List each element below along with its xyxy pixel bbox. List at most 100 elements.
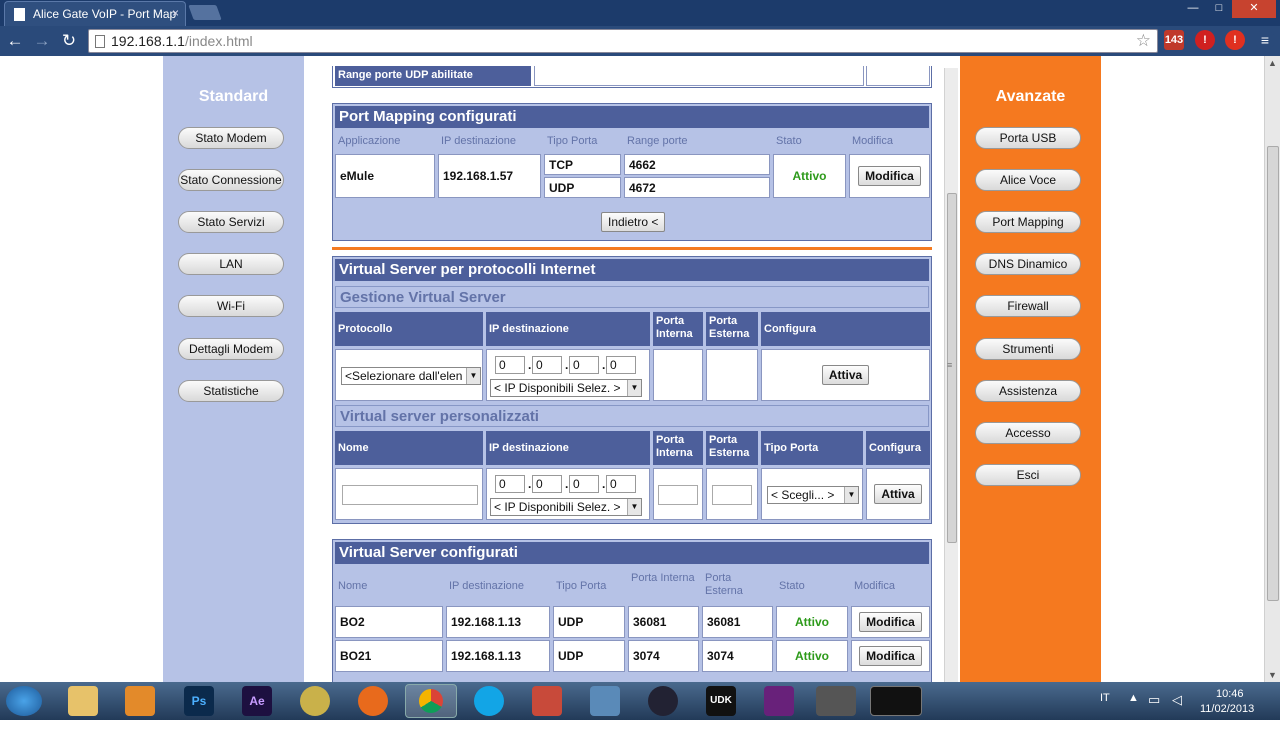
vp-name-cell bbox=[335, 468, 483, 520]
nav-assistenza[interactable]: Assistenza bbox=[975, 380, 1081, 402]
nav-wifi[interactable]: Wi-Fi bbox=[178, 295, 284, 317]
vp-ip-octet-1[interactable]: 0 bbox=[495, 475, 525, 493]
pm-header-range: Range porte bbox=[624, 132, 770, 152]
port-mapping-title: Port Mapping configurati bbox=[335, 106, 929, 128]
reload-button[interactable]: ↻ bbox=[58, 30, 80, 52]
clock-date[interactable]: 11/02/2013 bbox=[1200, 703, 1254, 741]
vp-type-select[interactable]: < Scegli... > ▼ bbox=[767, 486, 859, 504]
gv-attiva-button[interactable]: Attiva bbox=[821, 365, 870, 385]
page-scrollbar-thumb[interactable] bbox=[1267, 146, 1279, 601]
video-app-icon[interactable] bbox=[590, 686, 620, 716]
language-indicator[interactable]: IT bbox=[1100, 692, 1110, 730]
maximize-button[interactable]: □ bbox=[1206, 0, 1232, 18]
extension-gmail-icon[interactable]: 143 bbox=[1164, 30, 1184, 50]
nav-accesso[interactable]: Accesso bbox=[975, 422, 1081, 444]
vp-ip-octet-2[interactable]: 0 bbox=[532, 475, 562, 493]
new-tab-button[interactable] bbox=[188, 5, 222, 20]
gv-ip-octet-2[interactable]: 0 bbox=[532, 356, 562, 374]
firefox-icon[interactable] bbox=[358, 686, 388, 716]
page-scrollbar[interactable]: ▲ ▼ bbox=[1264, 56, 1280, 682]
vp-type-select-value: < Scegli... > bbox=[771, 488, 835, 502]
visual-studio-icon[interactable] bbox=[764, 686, 794, 716]
terminal-icon[interactable] bbox=[870, 686, 922, 716]
tab-close-icon[interactable]: × bbox=[172, 6, 179, 20]
pm-header-type: Tipo Porta bbox=[544, 132, 621, 152]
cf-row2-modify-button[interactable]: Modifica bbox=[859, 646, 922, 666]
indietro-button[interactable]: Indietro < bbox=[601, 212, 666, 232]
cf-row2-name: BO21 bbox=[335, 640, 443, 672]
vp-ip-octet-4[interactable]: 0 bbox=[606, 475, 636, 493]
photoshop-icon[interactable]: Ps bbox=[184, 686, 214, 716]
nav-dns-dinamico[interactable]: DNS Dinamico bbox=[975, 253, 1081, 275]
nav-port-mapping[interactable]: Port Mapping bbox=[975, 211, 1081, 233]
windows-taskbar: Ps Ae UDK IT ▲ ▭ ◁ 10:46 11/02/2013 bbox=[0, 682, 1280, 720]
scroll-up-icon[interactable]: ▲ bbox=[1268, 58, 1277, 68]
address-bar[interactable]: 192.168.1.1/index.html ☆ bbox=[88, 29, 1158, 53]
nav-strumenti[interactable]: Strumenti bbox=[975, 338, 1081, 360]
volume-icon[interactable]: ◁ bbox=[1172, 692, 1182, 730]
vp-int-input[interactable] bbox=[658, 485, 698, 505]
browser-tab[interactable]: Alice Gate VoIP - Port Map × bbox=[4, 1, 186, 26]
avanzate-title: Avanzate bbox=[995, 88, 1066, 105]
start-button[interactable] bbox=[6, 686, 42, 716]
back-button[interactable]: ← bbox=[4, 30, 26, 52]
gv-ip-octet-1[interactable]: 0 bbox=[495, 356, 525, 374]
page-viewport: Standard Stato Modem Stato Connessione S… bbox=[0, 56, 1264, 682]
close-window-button[interactable]: ✕ bbox=[1232, 0, 1276, 18]
section-divider bbox=[332, 247, 932, 250]
nav-dettagli-modem[interactable]: Dettagli Modem bbox=[178, 338, 284, 360]
nav-porta-usb[interactable]: Porta USB bbox=[975, 127, 1081, 149]
forward-button[interactable]: → bbox=[31, 30, 53, 52]
gv-ip-octet-3[interactable]: 0 bbox=[569, 356, 599, 374]
cf-header-ip: IP destinazione bbox=[446, 569, 550, 603]
cf-row1-modify-button[interactable]: Modifica bbox=[859, 612, 922, 632]
scroll-down-icon[interactable]: ▼ bbox=[1268, 670, 1277, 680]
after-effects-icon[interactable]: Ae bbox=[242, 686, 272, 716]
gv-ext-cell bbox=[706, 349, 758, 401]
media-app-icon[interactable] bbox=[532, 686, 562, 716]
pm-type-tcp: TCP bbox=[544, 154, 621, 175]
protocol-select[interactable]: <Selezionare dall'elen ▼ bbox=[341, 367, 481, 385]
app-icon[interactable] bbox=[300, 686, 330, 716]
url-host: 192.168.1.1 bbox=[111, 33, 185, 49]
vp-name-input[interactable] bbox=[342, 485, 478, 505]
cf-header-modify: Modifica bbox=[851, 569, 930, 603]
minimize-button[interactable]: — bbox=[1180, 0, 1206, 18]
gv-ip-select[interactable]: < IP Disponibili Selez. > ▼ bbox=[490, 379, 642, 397]
chrome-menu-icon[interactable]: ≡ bbox=[1255, 30, 1275, 50]
c4d-icon[interactable] bbox=[648, 686, 678, 716]
nav-esci[interactable]: Esci bbox=[975, 464, 1081, 486]
bookmark-star-icon[interactable]: ☆ bbox=[1136, 30, 1151, 52]
network-icon[interactable]: ▭ bbox=[1148, 692, 1160, 730]
vp-header-ip: IP destinazione bbox=[486, 431, 650, 465]
nav-statistiche[interactable]: Statistiche bbox=[178, 380, 284, 402]
chevron-down-icon: ▼ bbox=[466, 368, 480, 384]
nav-alice-voce[interactable]: Alice Voce bbox=[975, 169, 1081, 191]
avanzate-nav-panel: Avanzate Porta USB Alice Voce Port Mappi… bbox=[960, 56, 1101, 682]
range-udp-fragment: Range porte UDP abilitate bbox=[332, 66, 932, 88]
camera-app-icon[interactable] bbox=[816, 686, 856, 716]
media-player-icon[interactable] bbox=[125, 686, 155, 716]
cf-row2-modify-cell: Modifica bbox=[851, 640, 930, 672]
cf-row2-type: UDP bbox=[553, 640, 625, 672]
udk-icon[interactable]: UDK bbox=[706, 686, 736, 716]
vp-ip-select[interactable]: < IP Disponibili Selez. > ▼ bbox=[490, 498, 642, 516]
tray-expand-icon[interactable]: ▲ bbox=[1128, 692, 1139, 730]
nav-lan[interactable]: LAN bbox=[178, 253, 284, 275]
nav-stato-modem[interactable]: Stato Modem bbox=[178, 127, 284, 149]
vp-ext-input[interactable] bbox=[712, 485, 752, 505]
content-scrollbar[interactable]: ≡ bbox=[944, 68, 958, 682]
skype-icon[interactable] bbox=[474, 686, 504, 716]
gv-header-protocol: Protocollo bbox=[335, 312, 483, 346]
chrome-taskbar-button[interactable] bbox=[405, 684, 457, 718]
vp-ip-octet-3[interactable]: 0 bbox=[569, 475, 599, 493]
pm-modify-button[interactable]: Modifica bbox=[858, 166, 921, 186]
nav-stato-connessione[interactable]: Stato Connessione bbox=[178, 169, 284, 191]
vp-attiva-button[interactable]: Attiva bbox=[874, 484, 922, 504]
gv-ip-octet-4[interactable]: 0 bbox=[606, 356, 636, 374]
nav-firewall[interactable]: Firewall bbox=[975, 295, 1081, 317]
extension-alert-icon[interactable]: ! bbox=[1195, 30, 1215, 50]
extension-record-icon[interactable]: ! bbox=[1225, 30, 1245, 50]
nav-stato-servizi[interactable]: Stato Servizi bbox=[178, 211, 284, 233]
explorer-icon[interactable] bbox=[68, 686, 98, 716]
